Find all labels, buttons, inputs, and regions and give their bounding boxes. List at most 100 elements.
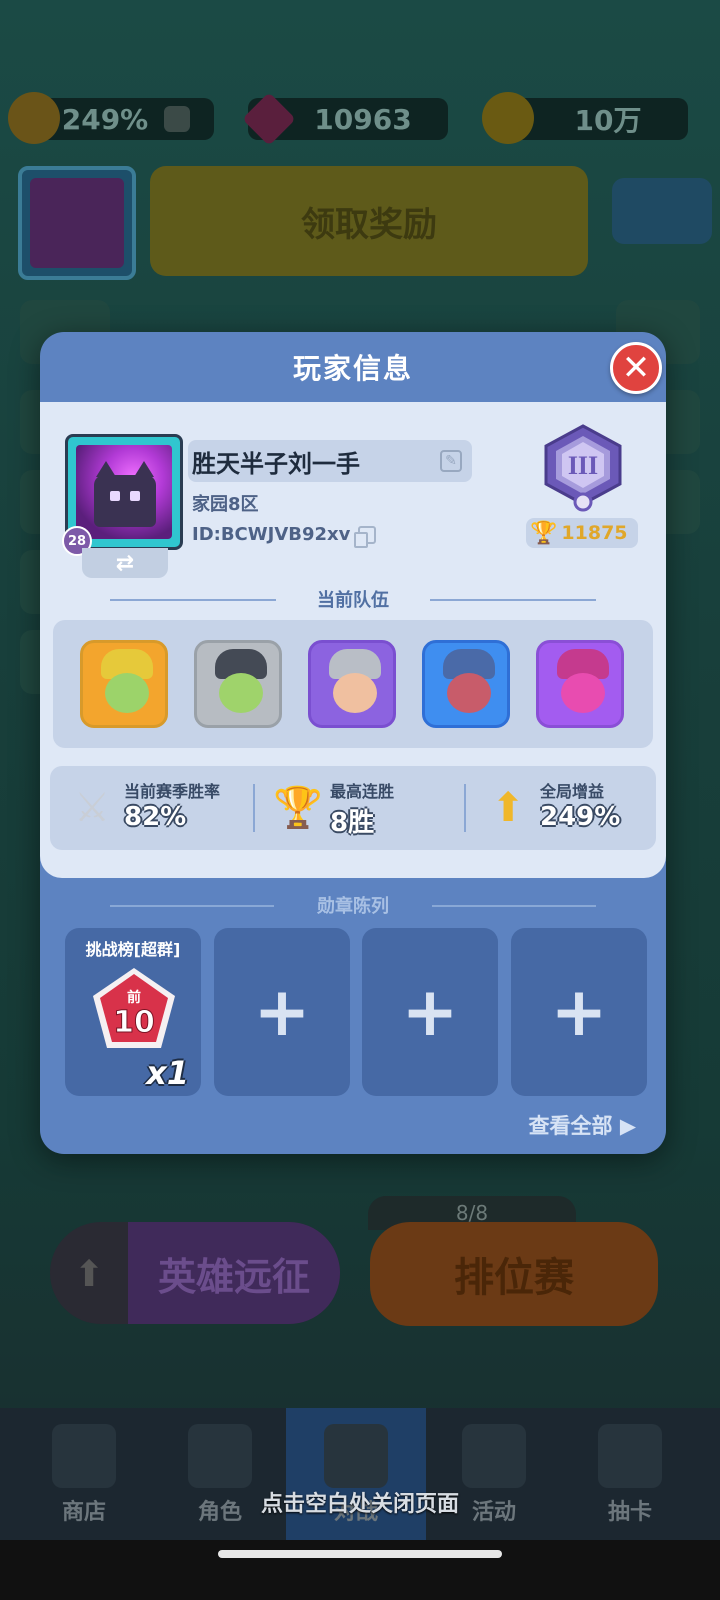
cat-eye-left: [110, 491, 120, 501]
modal-title: 玩家信息: [292, 352, 413, 385]
team-hero[interactable]: [194, 640, 282, 728]
view-all-link[interactable]: 查看全部 ▶: [529, 1110, 636, 1140]
badge-slot-3[interactable]: +: [362, 928, 498, 1096]
nav-battle[interactable]: 对战: [286, 1408, 426, 1540]
background-avatar[interactable]: [18, 166, 136, 280]
mystery-card-icon: [598, 1424, 662, 1488]
avatar-image: [76, 445, 172, 539]
badge-slot-1[interactable]: 挑战榜[超群] 前 10 x1: [65, 928, 201, 1096]
star-shield-icon: [462, 1424, 526, 1488]
boost-icon: [8, 92, 60, 144]
stat-value: 249%: [540, 802, 621, 832]
current-team: [53, 620, 653, 748]
nav-gacha[interactable]: 抽卡: [560, 1408, 700, 1540]
hero-face: [447, 673, 491, 713]
coin-icon: [482, 92, 534, 144]
player-panel: 28 ⇄ 胜天半子刘一手 ✎ 家园8区 ID:BCWJVB92xv III 🏆 …: [40, 402, 666, 878]
badge-slot-4[interactable]: +: [511, 928, 647, 1096]
bottom-navigation: 商店 角色 对战 活动 抽卡: [0, 1408, 720, 1540]
badges-section-label: 勋章陈列: [40, 892, 666, 918]
divider: [430, 599, 596, 601]
add-badge-icon: +: [401, 972, 459, 1052]
player-id: ID:BCWJVB92xv: [192, 524, 351, 545]
gem-value: 10963: [314, 102, 412, 136]
stat-value: 82%: [124, 802, 187, 832]
badge-rank-prefix: 前: [127, 989, 141, 1006]
badge-count: x1: [146, 1054, 189, 1092]
stat-label: 当前赛季胜率: [124, 782, 221, 801]
player-server: 家园8区: [192, 494, 259, 515]
hero-face: [561, 673, 605, 713]
trophy-count: 11875: [561, 522, 628, 544]
hero-expedition-label: 英雄远征: [128, 1222, 340, 1324]
divider: [432, 905, 596, 907]
info-icon[interactable]: [164, 106, 191, 132]
team-hero[interactable]: [422, 640, 510, 728]
copy-id-icon[interactable]: [354, 525, 377, 548]
boost-value: 249%: [61, 102, 149, 136]
swords-icon: ⚔: [74, 785, 110, 831]
hero-face: [105, 673, 149, 713]
shop-icon: [52, 1424, 116, 1488]
player-info-modal: 玩家信息 ✕ 28 ⇄ 胜天半子刘一手 ✎ 家园8区 ID:BCWJVB92xv: [40, 332, 666, 1154]
stat-best-streak: 🏆 最高连胜 8胜: [256, 766, 456, 850]
boost-icon: ⬆: [491, 785, 525, 831]
boost-resource: 249%: [8, 92, 214, 144]
divider: [110, 905, 274, 907]
dismiss-hint[interactable]: 点击空白处关闭页面: [0, 1486, 720, 1518]
system-home-bar: [0, 1540, 720, 1600]
badges-label: 勋章陈列: [317, 896, 389, 917]
gem-resource: 10963: [242, 92, 448, 146]
hero-face: [219, 673, 263, 713]
team-section-label: 当前队伍: [40, 586, 666, 612]
coin-value: 10万: [574, 104, 642, 137]
team-label: 当前队伍: [317, 590, 389, 611]
heroes-icon: [188, 1424, 252, 1488]
trophy-icon: 🏆: [530, 520, 558, 546]
badge-slot-2[interactable]: +: [214, 928, 350, 1096]
coin-resource: 10万: [482, 92, 688, 144]
swap-arrows-icon: ⇄: [115, 550, 135, 576]
add-badge-icon: +: [253, 972, 311, 1052]
badge-rank-number: 10: [113, 1005, 155, 1040]
ranked-match-button[interactable]: 排位赛: [370, 1222, 658, 1326]
swap-avatar-button[interactable]: ⇄: [82, 548, 168, 578]
hero-face: [333, 673, 377, 713]
nav-heroes[interactable]: 角色: [150, 1408, 290, 1540]
stat-divider: [253, 784, 255, 832]
player-name-box: 胜天半子刘一手 ✎: [188, 440, 472, 482]
divider: [110, 599, 276, 601]
badge-title: 挑战榜[超群]: [85, 940, 181, 959]
team-hero[interactable]: [308, 640, 396, 728]
rank-emblem-icon: III: [544, 424, 622, 512]
menu-button[interactable]: [612, 178, 712, 244]
upgrade-arrow-icon: ⬆: [74, 1254, 105, 1295]
edit-name-icon[interactable]: ✎: [440, 450, 462, 472]
resource-bar: 249% 10963 10万: [8, 92, 710, 146]
battle-icon: [324, 1424, 388, 1488]
stat-winrate: ⚔ 当前赛季胜率 82%: [50, 766, 250, 850]
top10-badge-icon: 前 10: [93, 968, 175, 1048]
cat-eye-right: [130, 491, 140, 501]
team-hero[interactable]: [80, 640, 168, 728]
close-button[interactable]: ✕: [610, 342, 662, 394]
stat-label: 最高连胜: [330, 782, 395, 801]
close-icon: ✕: [621, 348, 651, 388]
home-indicator[interactable]: [218, 1550, 502, 1558]
nav-events[interactable]: 活动: [424, 1408, 564, 1540]
gem-icon: [242, 92, 296, 146]
rank-numeral: III: [568, 451, 598, 480]
trophy-icon: 🏆: [273, 785, 323, 831]
trophy-count-box: 🏆 11875: [526, 518, 638, 548]
hero-expedition-button[interactable]: ⬆ 英雄远征: [50, 1222, 340, 1324]
player-name: 胜天半子刘一手: [192, 449, 360, 478]
stat-label: 全局增益: [540, 782, 605, 801]
add-badge-icon: +: [550, 972, 608, 1052]
stat-value: 8胜: [330, 808, 375, 838]
claim-reward-button[interactable]: 领取奖励: [150, 166, 588, 276]
team-hero[interactable]: [536, 640, 624, 728]
player-stats: ⚔ 当前赛季胜率 82% 🏆 最高连胜 8胜 ⬆ 全局增益 249%: [50, 766, 656, 850]
nav-shop[interactable]: 商店: [14, 1408, 154, 1540]
player-id-row: ID:BCWJVB92xv: [192, 524, 377, 548]
cat-figure: [94, 461, 156, 527]
